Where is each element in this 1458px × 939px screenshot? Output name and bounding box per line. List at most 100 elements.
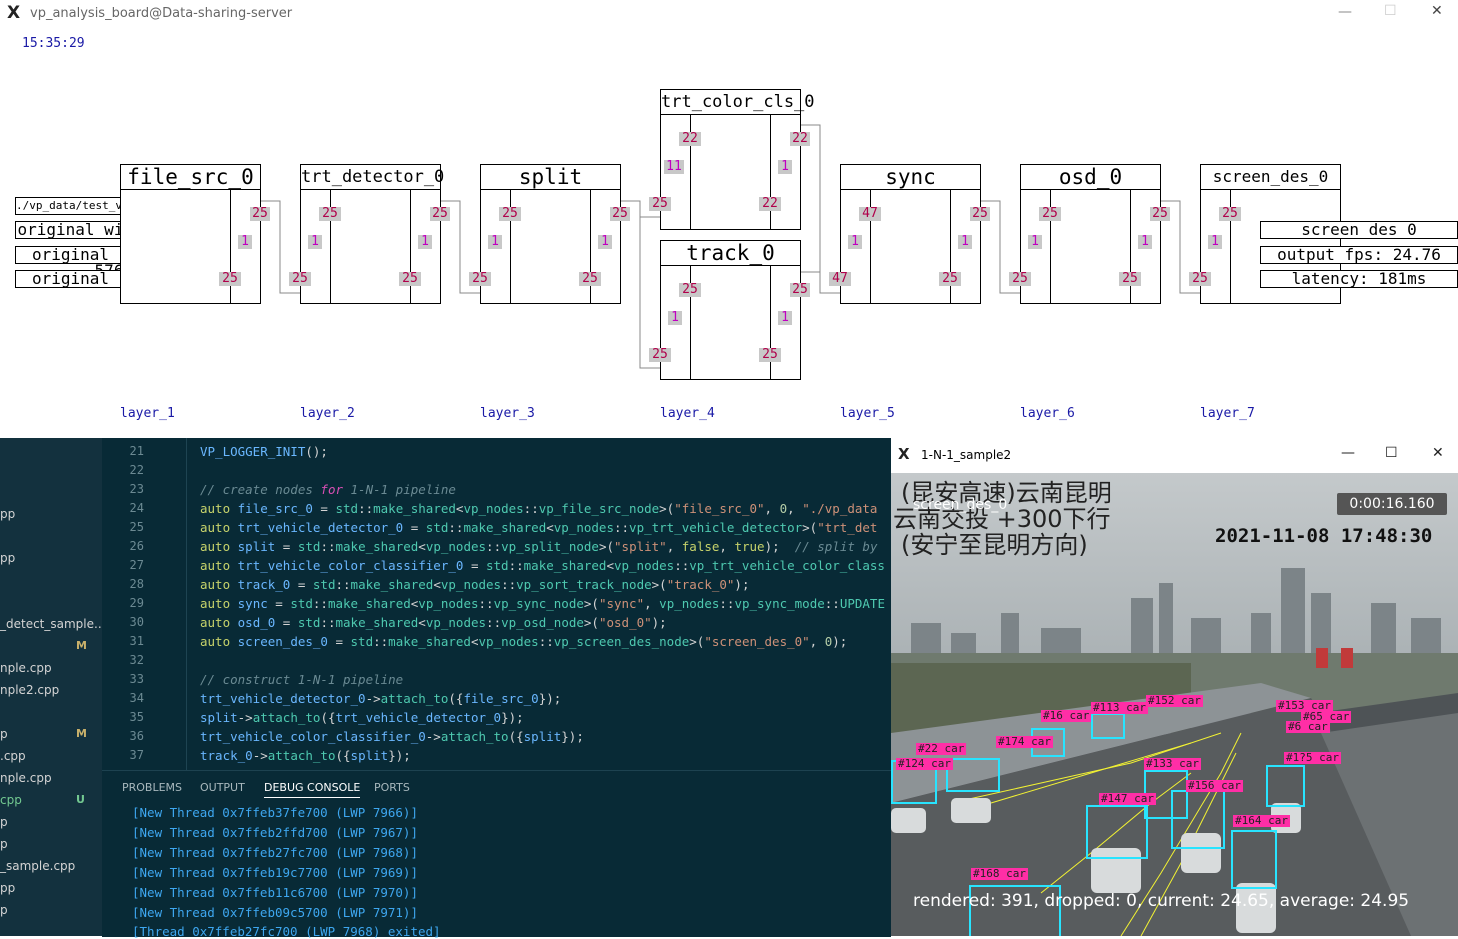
line-number: 23 bbox=[129, 482, 144, 496]
video-window-title: 1-N-1_sample2 bbox=[921, 448, 1012, 462]
queue-meta: 1 bbox=[598, 235, 612, 249]
node-osd[interactable]: osd_0 25 25 1 1 25 25 bbox=[1009, 164, 1170, 304]
line-number: 37 bbox=[129, 748, 144, 762]
file-item[interactable]: .cpp bbox=[0, 749, 26, 763]
line-number: 21 bbox=[129, 444, 144, 458]
layer-label: layer_2 bbox=[300, 406, 355, 421]
tab-ports[interactable]: PORTS bbox=[374, 781, 410, 794]
maximize-icon[interactable]: ☐ bbox=[1385, 445, 1398, 461]
tab-debug-console[interactable]: DEBUG CONSOLE bbox=[264, 781, 361, 798]
git-modified-badge: M bbox=[76, 727, 87, 740]
node-trt-color-cls[interactable]: trt_color_cls_0 22 22 11 1 25 22 bbox=[649, 89, 815, 230]
queue-meta: 1 bbox=[418, 235, 432, 249]
tab-problems[interactable]: PROBLEMS bbox=[122, 781, 182, 794]
file-item[interactable]: p bbox=[0, 903, 8, 917]
queue-meta: 11 bbox=[664, 160, 684, 174]
vscode-window: pp pp _detect_sample.... M nple.cpp nple… bbox=[0, 438, 891, 939]
layer-label: layer_1 bbox=[120, 406, 175, 421]
file-item[interactable]: _sample.cpp bbox=[0, 859, 75, 873]
queue-in: 25 bbox=[1219, 207, 1241, 221]
code-line: auto trt_vehicle_detector_0 = std::make_… bbox=[200, 520, 878, 535]
track-tag: #156 car bbox=[1186, 779, 1243, 792]
file-item[interactable]: p bbox=[0, 837, 8, 851]
video-window: X 1-N-1_sample2 — ☐ ✕ #152 car #153 car … bbox=[891, 440, 1458, 936]
queue-out: 25 bbox=[939, 272, 961, 286]
screen-name-label: screen_des_0 bbox=[913, 497, 1008, 513]
code-line: auto osd_0 = std::make_shared<vp_nodes::… bbox=[200, 615, 667, 630]
track-tag: #164 car bbox=[1233, 814, 1290, 827]
node-sync[interactable]: sync 47 25 1 1 47 25 bbox=[829, 164, 990, 304]
queue-meta: 1 bbox=[1138, 235, 1152, 249]
file-item[interactable]: nple.cpp bbox=[0, 661, 52, 675]
code-line: // construct 1-N-1 pipeline bbox=[200, 672, 404, 687]
code-editor[interactable]: 21 22 23 24 25 26 27 28 29 30 31 32 33 34 35 36 37 VP_LO… bbox=[102, 438, 891, 770]
queue-meta: 1 bbox=[848, 235, 862, 249]
layer-label: layer_7 bbox=[1200, 406, 1255, 421]
line-number: 34 bbox=[129, 691, 144, 705]
file-item[interactable]: pp bbox=[0, 507, 15, 521]
code-line: auto track_0 = std::make_shared<vp_nodes… bbox=[200, 577, 750, 592]
debug-line: [New Thread 0x7ffeb27fc700 (LWP 7968)] bbox=[132, 845, 418, 860]
queue-in: 25 bbox=[319, 207, 341, 221]
line-number: 31 bbox=[129, 634, 144, 648]
minimize-icon[interactable]: — bbox=[1341, 445, 1355, 461]
code-line: trt_vehicle_detector_0->attach_to({file_… bbox=[200, 691, 562, 706]
node-title: osd_0 bbox=[1021, 165, 1160, 190]
file-item[interactable]: pp bbox=[0, 551, 15, 565]
queue-meta: 1 bbox=[238, 235, 252, 249]
close-icon[interactable]: ✕ bbox=[1432, 445, 1444, 461]
file-item[interactable]: nple.cpp bbox=[0, 771, 52, 785]
detection-box bbox=[1091, 713, 1125, 739]
detection-box bbox=[946, 758, 1000, 792]
queue-meta: 1 bbox=[308, 235, 322, 249]
code-line: auto sync = std::make_shared<vp_nodes::v… bbox=[200, 596, 885, 611]
queue-out: 22 bbox=[759, 197, 781, 211]
node-trt-detector[interactable]: trt_detector_0 25 25 1 1 25 25 bbox=[289, 164, 450, 304]
layer-label: layer_4 bbox=[660, 406, 715, 421]
bottom-panel: PROBLEMS OUTPUT DEBUG CONSOLE PORTS [New… bbox=[102, 770, 891, 939]
node-split[interactable]: split 25 25 1 1 25 25 bbox=[469, 164, 630, 304]
line-number: 29 bbox=[129, 596, 144, 610]
queue-out: 25 bbox=[970, 207, 990, 221]
git-modified-badge: M bbox=[76, 639, 87, 652]
queue-meta: 1 bbox=[488, 235, 502, 249]
tab-output[interactable]: OUTPUT bbox=[200, 781, 245, 794]
debug-line: [New Thread 0x7ffeb09c5700 (LWP 7971)] bbox=[132, 905, 418, 920]
queue-out: 25 bbox=[250, 207, 270, 221]
track-tag: #152 car bbox=[1146, 694, 1203, 707]
debug-line: [New Thread 0x7ffeb37fe700 (LWP 7966)] bbox=[132, 805, 418, 820]
code-line: auto trt_vehicle_color_classifier_0 = st… bbox=[200, 558, 885, 573]
track-tag: #133 car bbox=[1144, 757, 1201, 770]
track-tag: #113 car bbox=[1091, 701, 1148, 714]
code-line: split->attach_to({trt_vehicle_detector_0… bbox=[200, 710, 524, 725]
layer-label: layer_5 bbox=[840, 406, 895, 421]
node-file-src[interactable]: file_src_0 25 1 25 bbox=[120, 164, 270, 304]
file-item[interactable]: cpp bbox=[0, 793, 22, 807]
file-item[interactable]: p bbox=[0, 815, 8, 829]
file-item[interactable]: pp bbox=[0, 881, 15, 895]
code-line: auto split = std::make_shared<vp_nodes::… bbox=[200, 539, 878, 554]
queue-out: 25 bbox=[1150, 207, 1170, 221]
queue-in: 25 bbox=[219, 272, 241, 286]
file-item[interactable]: nple2.cpp bbox=[0, 683, 59, 697]
queue-in: 47 bbox=[829, 272, 851, 286]
node-track[interactable]: track_0 25 25 1 1 25 25 bbox=[649, 240, 810, 380]
analysis-board-window: X vp_analysis_board@Data-sharing-server … bbox=[0, 0, 1458, 438]
queue-meta: 1 bbox=[958, 235, 972, 249]
screen-output-fps: output_fps: 24.76 bbox=[1260, 246, 1458, 264]
file-item[interactable]: p bbox=[0, 727, 8, 741]
queue-out: 25 bbox=[759, 348, 781, 362]
queue-meta: 1 bbox=[778, 160, 792, 174]
video-frame: #152 car #153 car #113 car #16 car #22 c… bbox=[891, 473, 1458, 936]
render-stats: rendered: 391, dropped: 0, current: 24.6… bbox=[913, 891, 1410, 911]
debug-line: [New Thread 0x7ffeb11c6700 (LWP 7970)] bbox=[132, 885, 418, 900]
queue-in: 25 bbox=[469, 272, 491, 286]
detection-box bbox=[1171, 790, 1225, 849]
line-number: 30 bbox=[129, 615, 144, 629]
queue-in: 25 bbox=[649, 197, 671, 211]
track-tag: #147 car bbox=[1099, 792, 1156, 805]
detection-box bbox=[1231, 830, 1277, 889]
line-number: 27 bbox=[129, 558, 144, 572]
file-item[interactable]: _detect_sample.... bbox=[0, 617, 109, 631]
node-title: trt_color_cls_0 bbox=[661, 90, 815, 115]
